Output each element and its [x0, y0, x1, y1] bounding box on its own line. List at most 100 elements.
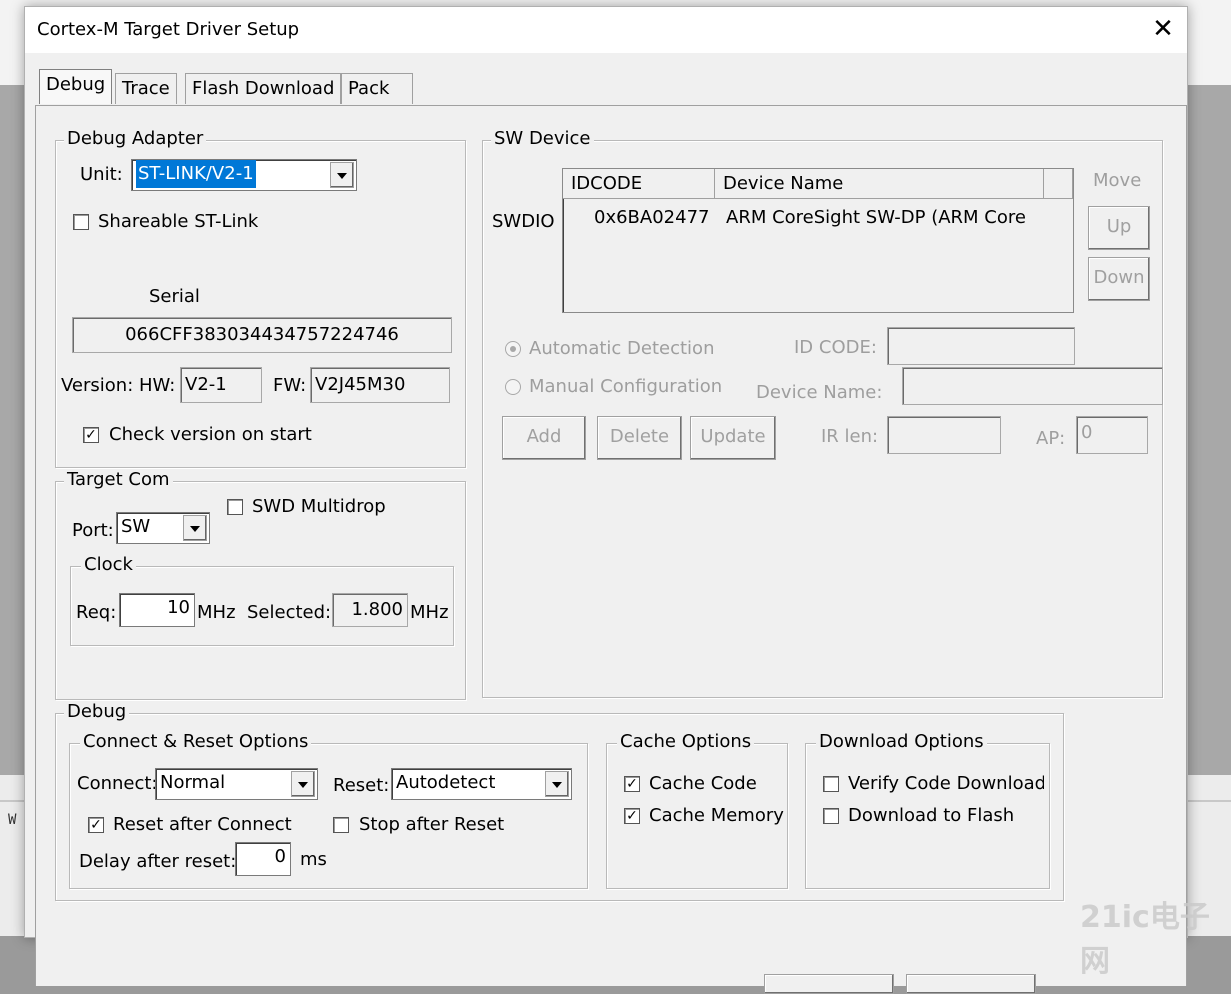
stop-after-reset-label: Stop after Reset	[359, 814, 505, 835]
manual-config-radio[interactable]	[505, 379, 521, 395]
extra-column-header	[1044, 169, 1073, 199]
chevron-down-icon[interactable]	[330, 162, 354, 188]
tab-flash-download[interactable]: Flash Download	[185, 73, 342, 104]
sw-device-group: SW Device SWDIO IDCODE Device Name 0x6BA…	[482, 128, 1163, 698]
check-version-checkbox[interactable]: ✓	[83, 427, 99, 443]
debug-adapter-group: Debug Adapter Unit: ST-LINK/V2-1 Shareab…	[55, 128, 466, 468]
device-list[interactable]: IDCODE Device Name 0x6BA02477 ARM CoreSi…	[562, 168, 1074, 313]
ir-len-label: IR len:	[821, 426, 879, 447]
fw-label: FW:	[273, 375, 307, 396]
ap-label: AP:	[1036, 428, 1066, 449]
sw-device-title: SW Device	[491, 128, 594, 150]
swd-multidrop-label: SWD Multidrop	[252, 496, 386, 517]
check-version-label: Check version on start	[109, 424, 312, 445]
unit-value: ST-LINK/V2-1	[136, 160, 256, 188]
delay-input[interactable]: 0	[235, 842, 291, 876]
chevron-down-icon[interactable]	[183, 515, 207, 541]
reset-after-connect-label: Reset after Connect	[113, 814, 292, 835]
device-row-idcode[interactable]: 0x6BA02477	[594, 207, 709, 229]
ap-field[interactable]: 0	[1076, 416, 1148, 454]
cancel-button[interactable]	[906, 974, 1036, 994]
connect-reset-group: Connect & Reset Options Connect: Normal …	[69, 731, 588, 889]
target-com-title: Target Com	[64, 469, 173, 491]
device-row-name[interactable]: ARM CoreSight SW-DP (ARM Core	[726, 207, 1026, 229]
clock-selected-field: 1.800	[332, 593, 408, 627]
unit-select[interactable]: ST-LINK/V2-1	[131, 159, 357, 191]
clock-group: Clock Req: 10 MHz Selected: 1.800 MHz	[70, 554, 454, 646]
port-value: SW	[121, 516, 151, 537]
download-options-title: Download Options	[816, 731, 987, 753]
port-label: Port:	[72, 520, 114, 541]
download-flash-checkbox[interactable]	[823, 808, 839, 824]
move-label: Move	[1093, 170, 1142, 191]
connect-label: Connect:	[77, 773, 158, 794]
cache-options-title: Cache Options	[617, 731, 755, 753]
connect-select[interactable]: Normal	[155, 768, 318, 800]
connect-value: Normal	[160, 772, 226, 793]
tab-trace[interactable]: Trace	[115, 73, 177, 104]
add-button[interactable]: Add	[502, 416, 586, 460]
idcode-column-header[interactable]: IDCODE	[563, 169, 715, 199]
cache-code-label: Cache Code	[649, 773, 757, 794]
title-bar: Cortex-M Target Driver Setup ✕	[25, 7, 1187, 53]
reset-value: Autodetect	[396, 772, 496, 793]
unit-label: Unit:	[80, 164, 123, 185]
connect-reset-title: Connect & Reset Options	[80, 731, 312, 753]
background-output-text: W	[8, 812, 17, 828]
req-label: Req:	[76, 602, 117, 623]
reset-label: Reset:	[333, 775, 390, 796]
cache-memory-label: Cache Memory	[649, 805, 784, 826]
chevron-down-icon[interactable]	[291, 771, 315, 797]
delete-button[interactable]: Delete	[597, 416, 682, 460]
verify-code-checkbox[interactable]	[823, 776, 839, 792]
auto-detect-radio[interactable]	[505, 341, 521, 357]
id-code-label: ID CODE:	[794, 337, 877, 358]
close-icon[interactable]: ✕	[1147, 13, 1179, 45]
mhz-label: MHz	[410, 602, 449, 623]
device-name-column-header[interactable]: Device Name	[715, 169, 1044, 199]
download-flash-label: Download to Flash	[848, 805, 1015, 826]
debug-group: Debug Connect & Reset Options Connect: N…	[55, 701, 1064, 901]
ir-len-field[interactable]	[887, 416, 1001, 454]
verify-code-label: Verify Code Download	[848, 773, 1044, 794]
stop-after-reset-checkbox[interactable]	[333, 817, 349, 833]
mhz-label: MHz	[197, 602, 236, 623]
cache-options-group: Cache Options ✓ Cache Code ✓ Cache Memor…	[606, 731, 788, 889]
manual-config-label: Manual Configuration	[529, 376, 723, 397]
swd-multidrop-checkbox[interactable]	[227, 499, 243, 515]
debug-title: Debug	[64, 701, 130, 723]
cache-memory-checkbox[interactable]: ✓	[624, 808, 640, 824]
version-hw-label: Version: HW:	[61, 375, 176, 396]
selected-label: Selected:	[247, 602, 332, 623]
reset-select[interactable]: Autodetect	[391, 768, 572, 800]
shareable-label: Shareable ST-Link	[98, 211, 259, 232]
dialog-title: Cortex-M Target Driver Setup	[37, 19, 300, 40]
move-up-button[interactable]: Up	[1088, 206, 1150, 250]
tab-debug[interactable]: Debug	[39, 69, 113, 104]
id-code-field[interactable]	[887, 327, 1075, 365]
target-driver-dialog: Cortex-M Target Driver Setup ✕ Debug Tra…	[24, 6, 1188, 994]
serial-label: Serial	[149, 286, 200, 307]
download-options-group: Download Options Verify Code Download Do…	[805, 731, 1050, 889]
device-name-label: Device Name:	[756, 382, 883, 403]
move-down-button[interactable]: Down	[1088, 257, 1150, 301]
update-button[interactable]: Update	[690, 416, 776, 460]
serial-field: 066CFF383034434757224746	[72, 317, 452, 353]
target-com-group: Target Com SWD Multidrop Port: SW Clock …	[55, 469, 466, 700]
chevron-down-icon[interactable]	[545, 771, 569, 797]
hw-version-field: V2-1	[180, 367, 262, 403]
shareable-checkbox[interactable]	[73, 214, 89, 230]
reset-after-connect-checkbox[interactable]: ✓	[88, 817, 104, 833]
fw-version-field: V2J45M30	[310, 367, 450, 403]
port-select[interactable]: SW	[116, 512, 210, 544]
cache-code-checkbox[interactable]: ✓	[624, 776, 640, 792]
tab-panel-debug: Debug Adapter Unit: ST-LINK/V2-1 Shareab…	[35, 105, 1187, 994]
delay-label: Delay after reset:	[79, 851, 237, 872]
ok-button[interactable]	[764, 974, 894, 994]
tab-pack[interactable]: Pack	[341, 73, 413, 104]
device-name-field[interactable]	[902, 367, 1163, 405]
dialog-body: Debug Trace Flash Download Pack Debug Ad…	[25, 53, 1187, 994]
auto-detect-label: Automatic Detection	[529, 338, 715, 359]
ms-label: ms	[300, 849, 327, 870]
clock-req-input[interactable]: 10	[119, 593, 195, 627]
